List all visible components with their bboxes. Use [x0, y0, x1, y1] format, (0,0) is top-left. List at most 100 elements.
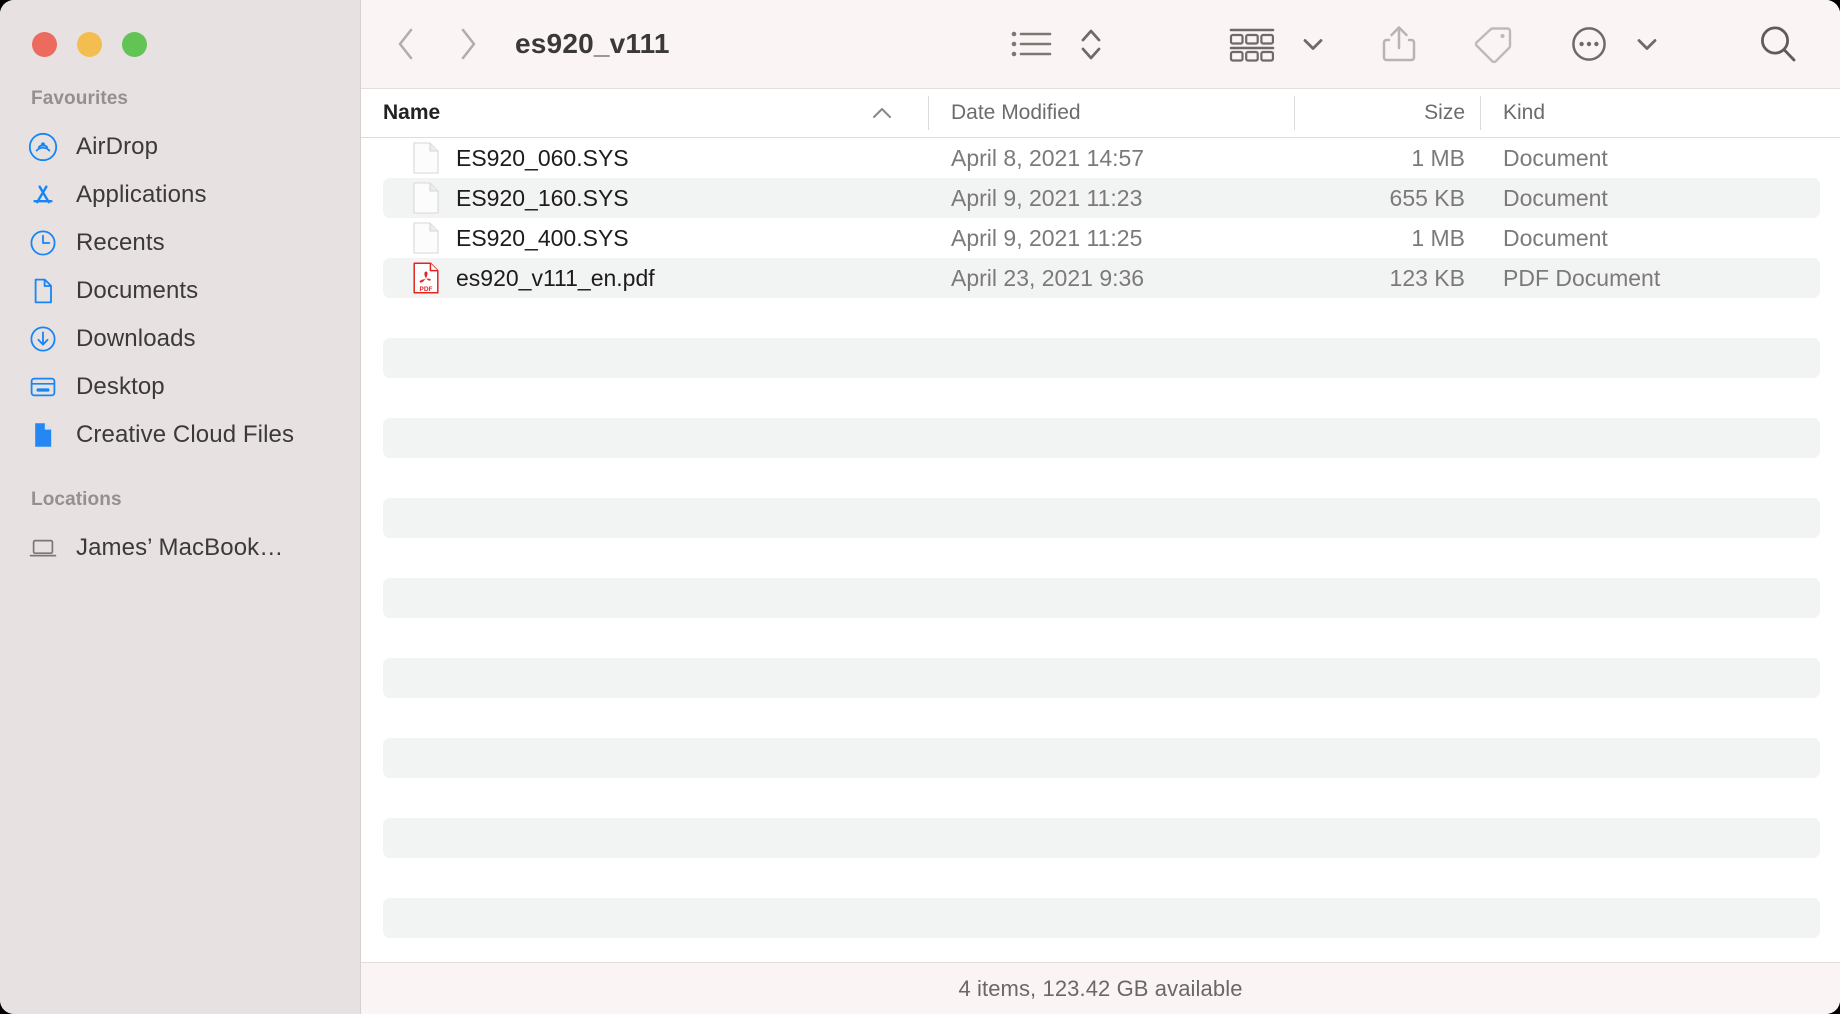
empty-row [361, 538, 1840, 578]
sidebar-section-favourites: Favourites AirDrop Applications Recents … [0, 88, 360, 459]
empty-row [361, 578, 1840, 618]
file-date-cell: April 23, 2021 9:36 [951, 264, 1145, 291]
column-header-label: Date Modified [951, 101, 1081, 124]
sidebar-item-label: Documents [76, 277, 199, 304]
sidebar-item-label: Downloads [76, 325, 196, 352]
table-row[interactable]: PDF es920_v111_en.pdf April 23, 2021 9:36 1… [361, 258, 1840, 298]
row-stripe [383, 938, 1820, 962]
sidebar-item-airdrop[interactable]: AirDrop [0, 123, 360, 171]
close-window-button[interactable] [32, 31, 57, 57]
search-button[interactable] [1750, 20, 1806, 68]
sidebar-section-locations: Locations James’ MacBook… [0, 489, 360, 572]
empty-row [361, 378, 1840, 418]
document-icon [28, 276, 58, 306]
sidebar-section-title-locations: Locations [31, 489, 122, 510]
status-text: 4 items, 123.42 GB available [958, 975, 1243, 1001]
row-stripe [383, 298, 1820, 338]
file-date-cell: April 8, 2021 14:57 [951, 144, 1145, 171]
file-size-cell: 123 KB [1389, 264, 1465, 291]
file-size-cell: 1 MB [1411, 224, 1465, 251]
group-by-button[interactable] [1222, 20, 1282, 68]
back-button[interactable] [389, 24, 423, 64]
minimize-window-button[interactable] [77, 31, 102, 57]
sidebar-item-label: Creative Cloud Files [76, 421, 295, 448]
row-stripe [383, 338, 1820, 378]
main-pane: es920_v111 Name Date Modified Size Kind … [361, 0, 1840, 1014]
file-list[interactable]: ES920_060.SYS April 8, 2021 14:57 1 MB Docu… [361, 138, 1840, 962]
sidebar-item-creative-cloud-files[interactable]: Creative Cloud Files [0, 411, 360, 459]
table-row[interactable]: ES920_060.SYS April 8, 2021 14:57 1 MB Docu… [361, 138, 1840, 178]
empty-row [361, 658, 1840, 698]
file-name-text: es920_v111_en.pdf [456, 264, 655, 291]
more-button[interactable] [1562, 20, 1616, 68]
sidebar: Favourites AirDrop Applications Recents … [0, 0, 361, 1014]
file-name-cell[interactable]: ES920_160.SYS [361, 182, 929, 214]
forward-button[interactable] [451, 24, 485, 64]
empty-row [361, 938, 1840, 962]
row-stripe [383, 658, 1820, 698]
tag-button[interactable] [1464, 20, 1520, 68]
table-row[interactable]: ES920_400.SYS April 9, 2021 11:25 1 MB Docu… [361, 218, 1840, 258]
column-header-kind[interactable]: Kind [1481, 89, 1840, 137]
file-kind-cell: Document [1503, 184, 1608, 211]
file-date-cell: April 9, 2021 11:23 [951, 184, 1143, 211]
clock-icon [28, 228, 58, 258]
file-kind-cell: Document [1503, 144, 1608, 171]
toolbar: es920_v111 [361, 0, 1840, 88]
more-controls [1562, 20, 1666, 68]
sidebar-item-james-macbook[interactable]: James’ MacBook… [0, 524, 360, 572]
sidebar-item-label: AirDrop [76, 133, 159, 160]
file-name-text: ES920_400.SYS [456, 224, 629, 251]
share-button[interactable] [1374, 20, 1424, 68]
more-chevron-down-icon[interactable] [1628, 20, 1666, 68]
navigation-buttons [389, 24, 485, 64]
row-stripe [383, 538, 1820, 578]
finder-window: Favourites AirDrop Applications Recents … [0, 0, 1840, 1014]
empty-row [361, 738, 1840, 778]
sidebar-item-desktop[interactable]: Desktop [0, 363, 360, 411]
column-header-name[interactable]: Name [361, 89, 929, 137]
empty-row [361, 858, 1840, 898]
file-kind-cell: Document [1503, 224, 1608, 251]
row-stripe [383, 418, 1820, 458]
sidebar-item-label: Applications [76, 181, 207, 208]
row-stripe [383, 498, 1820, 538]
generic-document-icon [413, 142, 439, 174]
row-stripe [383, 618, 1820, 658]
column-header-date-modified[interactable]: Date Modified [929, 89, 1295, 137]
download-icon [28, 324, 58, 354]
file-name-cell[interactable]: ES920_060.SYS [361, 142, 929, 174]
sidebar-item-recents[interactable]: Recents [0, 219, 360, 267]
table-row[interactable]: ES920_160.SYS April 9, 2021 11:23 655 KB Do… [361, 178, 1840, 218]
file-name-cell[interactable]: PDF es920_v111_en.pdf [361, 262, 929, 294]
sidebar-item-downloads[interactable]: Downloads [0, 315, 360, 363]
empty-row [361, 298, 1840, 338]
column-header-size[interactable]: Size [1295, 89, 1481, 137]
group-chevron-down-icon[interactable] [1294, 20, 1332, 68]
view-controls [1004, 20, 1110, 68]
column-header-label: Kind [1503, 101, 1546, 124]
sort-button[interactable] [1072, 20, 1110, 68]
maximize-window-button[interactable] [122, 31, 147, 57]
row-stripe [383, 738, 1820, 778]
empty-row [361, 498, 1840, 538]
empty-row [361, 338, 1840, 378]
sidebar-item-label: Desktop [76, 373, 165, 400]
list-view-button[interactable] [1004, 20, 1058, 68]
applications-icon [28, 180, 58, 210]
row-stripe [383, 578, 1820, 618]
file-date-cell: April 9, 2021 11:25 [951, 224, 1143, 251]
empty-row [361, 418, 1840, 458]
row-stripe [383, 858, 1820, 898]
column-header-label: Name [383, 101, 441, 124]
group-controls [1222, 20, 1332, 68]
empty-row [361, 778, 1840, 818]
sidebar-item-label: Recents [76, 229, 165, 256]
row-stripe [383, 778, 1820, 818]
sidebar-item-documents[interactable]: Documents [0, 267, 360, 315]
file-size-cell: 655 KB [1389, 184, 1465, 211]
file-name-cell[interactable]: ES920_400.SYS [361, 222, 929, 254]
column-header-label: Size [1424, 101, 1465, 124]
empty-row [361, 618, 1840, 658]
sidebar-item-applications[interactable]: Applications [0, 171, 360, 219]
